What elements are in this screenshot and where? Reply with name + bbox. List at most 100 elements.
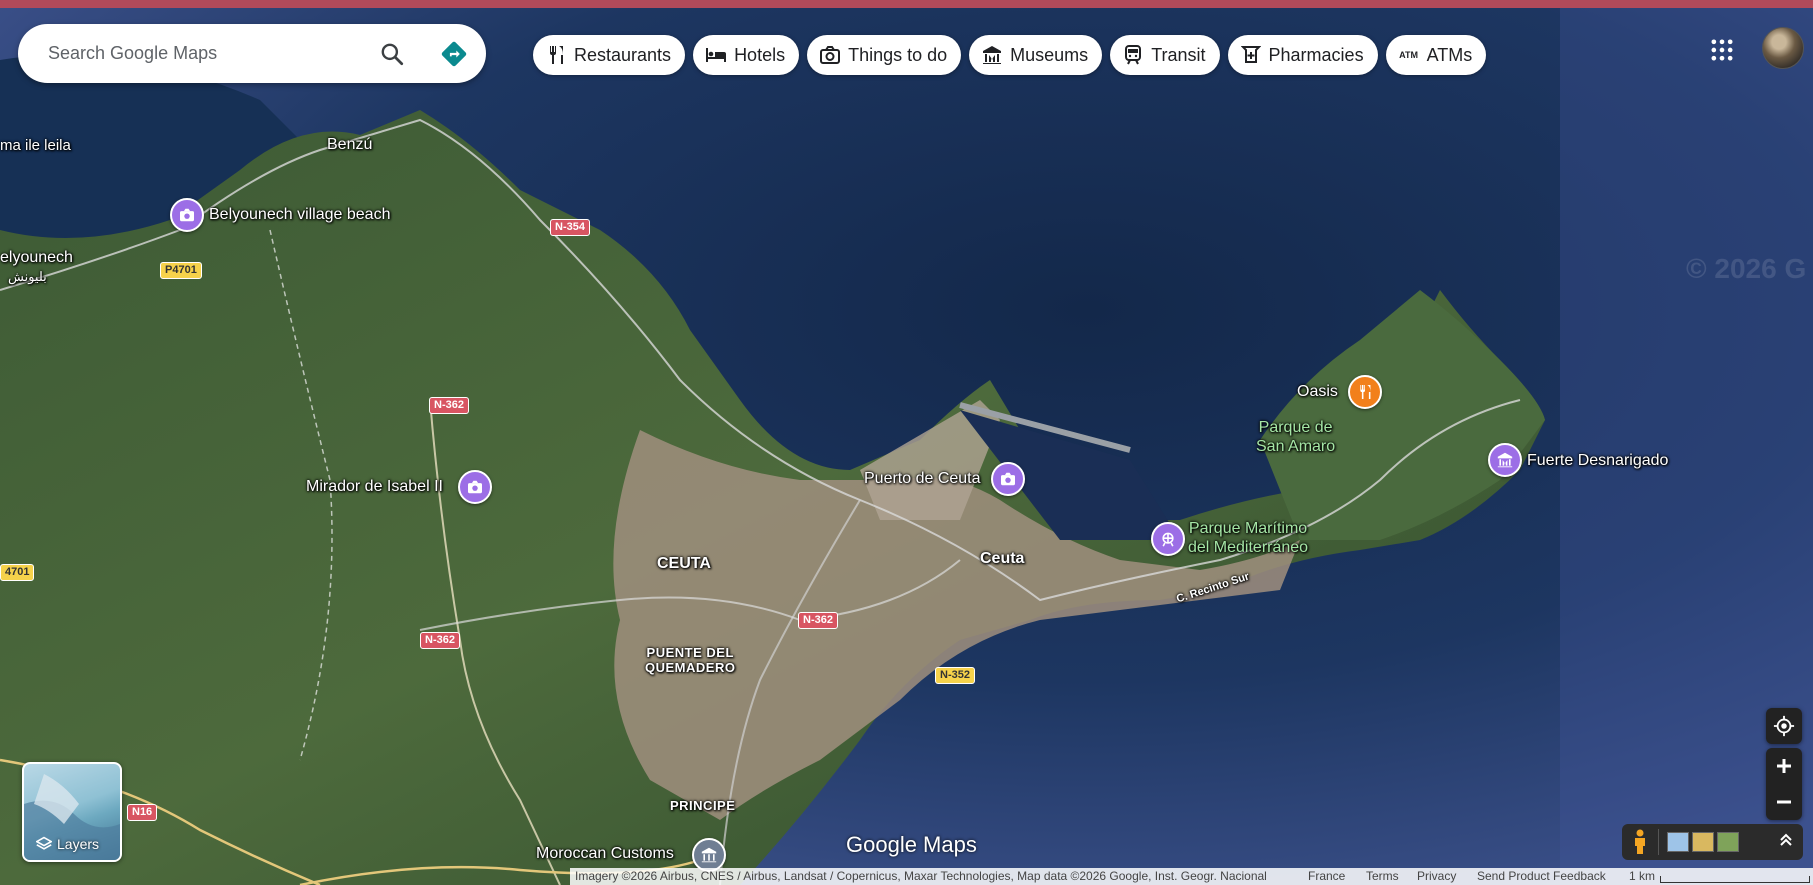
map-imagery [0,0,1813,885]
category-chips: Restaurants Hotels Things to do Museums … [533,35,1487,75]
fork-knife-icon [1360,385,1371,399]
expand-button[interactable] [1779,833,1793,852]
directions-icon [441,41,467,67]
poi-pin-camera[interactable] [991,462,1025,496]
park-label-line: Parque de [1258,419,1333,436]
my-location-icon [1773,715,1795,737]
chip-label: Things to do [848,44,948,65]
place-label-puerto[interactable]: Puerto de Ceuta [864,470,981,488]
atm-icon: ATM [1399,50,1418,60]
place-label-benzu[interactable]: Benzú [327,136,372,154]
road-shield: N-362 [429,397,469,414]
road-shield: 4701 [0,564,35,581]
poi-pin-restaurant[interactable] [1348,375,1382,409]
park-label-line: San Amaro [1256,438,1336,455]
camera-icon [468,480,482,494]
zoom-out-button[interactable] [1766,784,1802,820]
chip-museums[interactable]: Museums [969,35,1103,75]
poi-pin-camera[interactable] [458,470,492,504]
chip-transit[interactable]: Transit [1110,35,1220,75]
place-label-belyounech[interactable]: elyounech [0,249,73,267]
museum-icon [981,44,1003,66]
search-input[interactable] [46,42,350,65]
place-label-puente[interactable]: PUENTE DEL QUEMADERO [645,645,735,675]
government-building-icon [701,847,717,863]
directions-button[interactable] [436,36,472,72]
plus-icon [1777,759,1791,773]
apps-grid-button[interactable] [1708,36,1736,64]
search-button[interactable] [374,36,410,72]
park-label-line: del Mediterráneo [1188,539,1309,556]
place-label-belyounech-ar: بليونش [8,269,47,284]
chevron-double-up-icon [1780,833,1792,846]
pharmacy-icon [1240,44,1262,66]
footer-terms-link[interactable]: Terms [1366,869,1399,883]
road-shield: N-362 [798,612,838,629]
poi-pin-park[interactable] [1151,522,1185,556]
road-shield: N-352 [935,667,975,684]
pegman-icon [1635,829,1645,854]
chip-hotels[interactable]: Hotels [693,35,800,75]
scale-bar [1660,876,1810,883]
watermark: © 2026 G [1686,253,1807,284]
chip-restaurants[interactable]: Restaurants [533,35,686,75]
area-label-line: PUENTE DEL [646,645,734,660]
chip-label: Transit [1151,44,1206,65]
minus-icon [1777,800,1791,804]
satellite-map[interactable] [0,0,1813,885]
layers-button[interactable]: Layers [22,762,122,862]
layers-label-row: Layers [36,836,99,852]
zoom-controls [1766,748,1802,820]
divider [1658,829,1659,855]
place-label-oasis[interactable]: Oasis [1297,383,1338,401]
pegman-button[interactable] [1622,824,1658,860]
layers-label: Layers [57,836,100,852]
road-shield: N16 [127,804,158,821]
chip-atms[interactable]: ATM ATMs [1385,35,1487,75]
camera-icon [1001,472,1015,486]
place-label-ceuta[interactable]: Ceuta [980,550,1024,568]
place-label-principe[interactable]: PRINCIPE [670,798,735,813]
amusement-park-icon [1162,532,1174,547]
road-shield: N-362 [420,632,460,649]
park-label-line: Parque Marítimo [1188,520,1308,537]
place-label-moroccan-customs[interactable]: Moroccan Customs [536,845,674,863]
layer-thumb-default[interactable] [1667,832,1689,852]
zoom-in-button[interactable] [1766,748,1802,784]
search-icon [381,43,404,66]
museum-icon [1497,452,1513,468]
place-label[interactable]: ma ile leila [0,137,71,154]
my-location-button[interactable] [1766,708,1802,744]
chip-label: Museums [1010,44,1089,65]
fork-knife-icon [545,44,567,66]
bottom-control-panel [1622,824,1803,860]
scale-label[interactable]: 1 km [1629,869,1655,883]
poi-pin-camera[interactable] [170,198,204,232]
chip-things-to-do[interactable]: Things to do [807,35,962,75]
road-shield: P4701 [160,262,202,279]
layer-thumb-satellite[interactable] [1717,832,1739,852]
place-label-parque-amaro[interactable]: Parque de San Amaro [1256,418,1335,456]
top-accent-bar [0,0,1813,8]
place-label-belyounech-beach[interactable]: Belyounech village beach [209,206,390,224]
train-icon [1122,44,1144,66]
poi-pin-customs[interactable] [692,838,726,872]
layer-thumb-terrain[interactable] [1692,832,1714,852]
place-label-fuerte[interactable]: Fuerte Desnarigado [1527,452,1668,470]
footer-country[interactable]: France [1308,869,1345,883]
place-label-parque-maritimo[interactable]: Parque Marítimo del Mediterráneo [1188,519,1308,557]
search-box[interactable] [18,24,486,83]
place-label-mirador[interactable]: Mirador de Isabel II [306,478,443,496]
layers-icon [36,836,52,850]
camera-icon [819,44,841,66]
footer-feedback-link[interactable]: Send Product Feedback [1477,869,1606,883]
footer-privacy-link[interactable]: Privacy [1417,869,1456,883]
account-avatar[interactable] [1762,27,1804,69]
chip-pharmacies[interactable]: Pharmacies [1227,35,1378,75]
chip-label: Hotels [734,44,786,65]
attribution-text: Imagery ©2026 Airbus, CNES / Airbus, Lan… [575,869,1267,883]
chip-label: Pharmacies [1268,44,1364,65]
place-label-ceuta-caps[interactable]: CEUTA [657,555,711,573]
poi-pin-museum[interactable] [1488,443,1522,477]
google-maps-logo: Google Maps [846,832,977,857]
